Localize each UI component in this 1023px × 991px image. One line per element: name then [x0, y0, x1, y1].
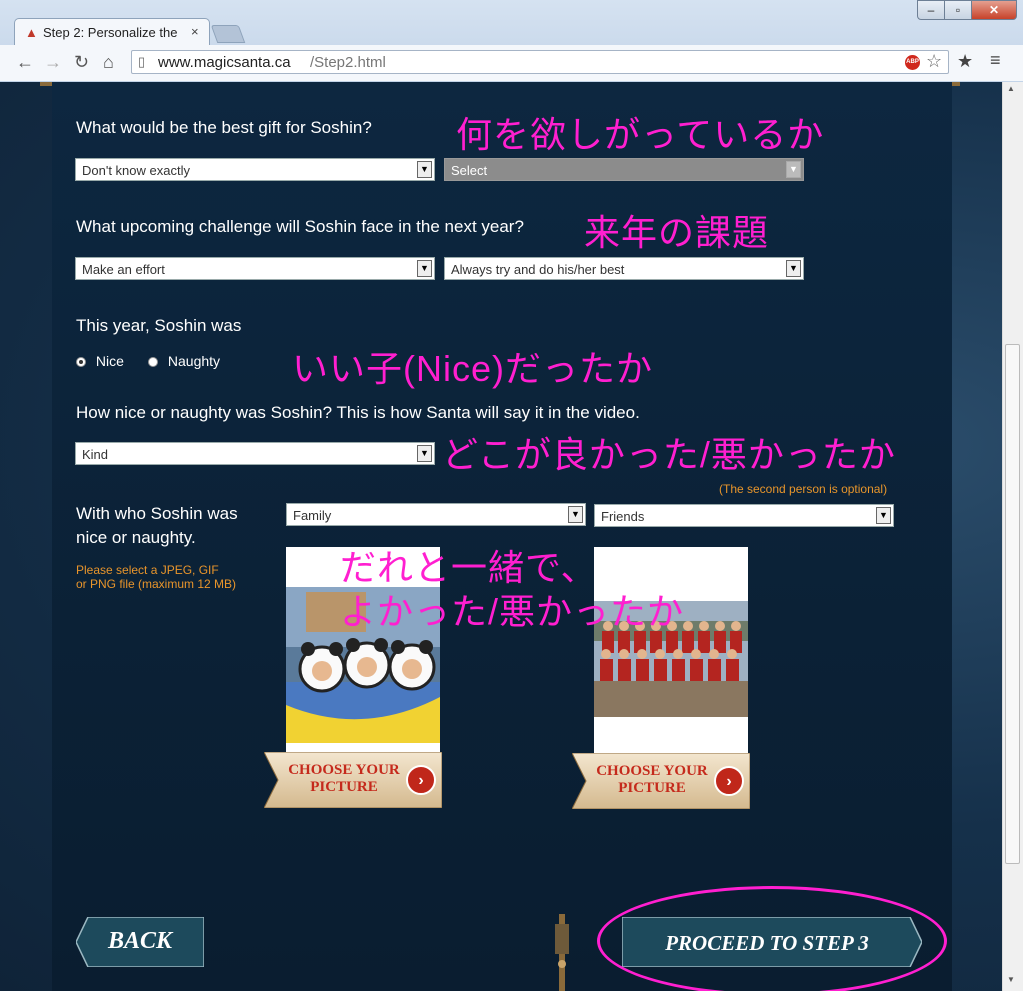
annotation-good-bad: どこが良かった/悪かったか [442, 434, 896, 475]
new-tab-button[interactable] [210, 25, 246, 43]
page-scrollbar[interactable]: ▲ ▼ [1002, 82, 1023, 991]
chevron-down-icon: ▼ [568, 506, 583, 523]
scrollbar-thumb[interactable] [1005, 344, 1020, 864]
annotation-ellipse [597, 886, 947, 991]
annotation-with-who: だれと一緒で、 よかった/悪かったか [340, 547, 685, 632]
challenge-select-2[interactable]: Always try and do his/her best ▼ [444, 257, 804, 280]
menu-icon[interactable]: ≡ [990, 50, 1001, 71]
home-icon[interactable]: ⌂ [103, 52, 114, 73]
chevron-right-icon: › [714, 766, 744, 796]
gift-select-1[interactable]: Don't know exactly ▼ [75, 158, 435, 181]
chevron-down-icon: ▼ [876, 507, 891, 524]
choose-picture-button-1[interactable]: CHOOSE YOUR PICTURE › [263, 751, 443, 809]
chevron-down-icon: ▼ [417, 260, 432, 277]
tab-title: Step 2: Personalize the [43, 25, 178, 40]
gift-question-label: What would be the best gift for Soshin? [76, 118, 372, 137]
annotation-gift: 何を欲しがっているか [456, 114, 825, 155]
back-arrow-icon[interactable]: ← [16, 52, 34, 73]
optional-note: (The second person is optional) [719, 482, 888, 496]
with-who-question-label: With who Soshin was nice or naughty. [76, 504, 238, 547]
annotation-challenge: 来年の課題 [584, 212, 770, 253]
url-host: www.magicsanta.ca [158, 54, 291, 71]
how-nice-select[interactable]: Kind ▼ [75, 442, 435, 465]
chevron-down-icon: ▼ [786, 260, 801, 277]
annotation-nice: いい子(Nice)だったか [292, 348, 653, 389]
lamp-post-decoration [552, 914, 572, 991]
reload-icon[interactable]: ↻ [74, 52, 89, 73]
page-icon: ▯ [138, 54, 146, 69]
chevron-down-icon: ▼ [786, 161, 801, 178]
window-maximize-button[interactable]: ▫ [944, 0, 972, 20]
scroll-down-icon[interactable]: ▼ [1007, 975, 1015, 984]
radio-button[interactable] [148, 357, 158, 367]
browser-chrome: ▲ Step 2: Personalize the × ‒ ▫ ✕ ← → ↻ … [0, 0, 1023, 83]
chevron-right-icon: › [406, 765, 436, 795]
extension-star-icon[interactable]: ★ [957, 51, 973, 72]
choose-picture-button-2[interactable]: CHOOSE YOUR PICTURE › [571, 752, 751, 810]
santa-tree-icon: ▲ [25, 25, 38, 40]
page-viewport: What would be the best gift for Soshin? … [0, 82, 1002, 991]
nice-naughty-question-label: This year, Soshin was [76, 316, 242, 335]
adblock-icon[interactable]: ABP [905, 55, 920, 70]
radio-nice[interactable]: Nice [76, 353, 124, 369]
challenge-question-label: What upcoming challenge will Soshin face… [76, 217, 524, 236]
radio-naughty[interactable]: Naughty [148, 353, 220, 369]
close-icon[interactable]: × [191, 24, 199, 39]
challenge-select-1[interactable]: Make an effort ▼ [75, 257, 435, 280]
chevron-down-icon: ▼ [417, 161, 432, 178]
person-select-2[interactable]: Friends ▼ [594, 504, 894, 527]
window-minimize-button[interactable]: ‒ [917, 0, 945, 20]
window-close-button[interactable]: ✕ [971, 0, 1017, 20]
file-format-note: Please select a JPEG, GIF or PNG file (m… [76, 563, 237, 591]
back-button[interactable]: BACK [75, 916, 205, 968]
forward-arrow-icon[interactable]: → [44, 52, 62, 73]
chevron-down-icon: ▼ [417, 445, 432, 462]
address-bar[interactable]: ▯ www.magicsanta.ca /Step2.html ABP ☆ [131, 50, 949, 74]
person-select-1[interactable]: Family ▼ [286, 503, 586, 526]
browser-toolbar: ← → ↻ ⌂ ▯ www.magicsanta.ca /Step2.html … [0, 45, 1023, 81]
url-path: /Step2.html [310, 54, 386, 71]
browser-tab[interactable]: ▲ Step 2: Personalize the × [14, 18, 210, 45]
gift-select-2[interactable]: Select ▼ [444, 158, 804, 181]
scroll-up-icon[interactable]: ▲ [1007, 84, 1015, 93]
radio-button-checked[interactable] [76, 357, 86, 367]
bookmark-star-icon[interactable]: ☆ [926, 51, 942, 72]
how-nice-question-label: How nice or naughty was Soshin? This is … [76, 403, 640, 422]
